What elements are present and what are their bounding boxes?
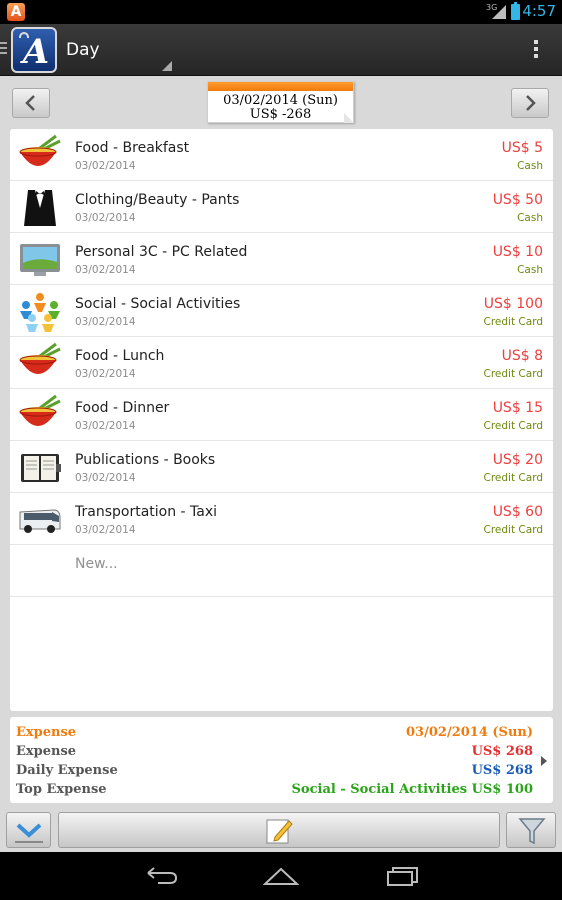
selected-date: 03/02/2014 (Sun)	[223, 93, 338, 108]
entry-category: Publications - Books	[75, 452, 216, 468]
entry-account: Cash	[517, 212, 543, 224]
entry-amount: US$ 15	[492, 400, 543, 416]
signal-icon	[492, 5, 506, 19]
entry-date: 03/02/2014	[75, 420, 136, 432]
list-item[interactable]: Clothing/Beauty - Pants 03/02/2014 US$ 5…	[10, 181, 553, 233]
entry-category: Personal 3C - PC Related	[75, 244, 248, 260]
summary-header-label: Expense	[16, 725, 77, 740]
chevron-left-icon	[25, 95, 35, 111]
note-pencil-icon	[266, 819, 293, 844]
app-logo-icon[interactable]: A	[11, 27, 57, 73]
entry-category: Social - Social Activities	[75, 296, 241, 312]
clock: 4:57	[522, 2, 556, 20]
entry-account: Credit Card	[483, 316, 543, 328]
list-item[interactable]: Food - Dinner 03/02/2014 US$ 15 Credit C…	[10, 389, 553, 441]
people-circle-icon	[20, 293, 60, 332]
summary-label: Expense	[16, 744, 77, 759]
noodle-bowl-icon	[19, 394, 61, 426]
date-header-card[interactable]: 03/02/2014 (Sun) US$ -268	[207, 81, 354, 123]
entry-date: 03/02/2014	[75, 316, 136, 328]
entry-date: 03/02/2014	[75, 212, 136, 224]
entry-date: 03/02/2014	[75, 160, 136, 172]
list-item[interactable]: Transportation - Taxi 03/02/2014 US$ 60 …	[10, 493, 553, 545]
recent-apps-icon[interactable]	[385, 866, 419, 886]
monitor-icon	[20, 244, 60, 276]
status-bar: A 3G 4:57	[0, 0, 562, 24]
tuxedo-icon	[24, 190, 56, 226]
summary-label: Top Expense	[16, 782, 107, 797]
next-day-button[interactable]	[511, 88, 549, 118]
entry-category: Transportation - Taxi	[75, 504, 218, 520]
entry-category: Food - Dinner	[75, 400, 170, 416]
spinner-arrow-icon[interactable]	[162, 61, 172, 71]
bus-icon	[19, 509, 61, 533]
entry-amount: US$ 60	[492, 504, 543, 520]
entry-account: Credit Card	[483, 524, 543, 536]
expense-list[interactable]: Food - Breakfast 03/02/2014 US$ 5 Cash C…	[10, 129, 553, 711]
list-item[interactable]: Food - Breakfast 03/02/2014 US$ 5 Cash	[10, 129, 553, 181]
entry-account: Credit Card	[483, 368, 543, 380]
chevron-right-icon	[526, 95, 536, 111]
home-icon[interactable]	[263, 866, 299, 886]
view-spinner-label[interactable]: Day	[66, 40, 100, 60]
list-item[interactable]: Publications - Books 03/02/2014 US$ 20 C…	[10, 441, 553, 493]
entry-amount: US$ 50	[492, 192, 543, 208]
entry-category: Food - Breakfast	[75, 140, 190, 156]
entry-account: Cash	[517, 160, 543, 172]
expand-arrow-icon[interactable]	[541, 756, 547, 766]
noodle-bowl-icon	[19, 134, 61, 166]
summary-header-date: 03/02/2014 (Sun)	[406, 725, 533, 740]
drawer-indicator-icon[interactable]	[0, 42, 7, 58]
entry-amount: US$ 20	[492, 452, 543, 468]
entry-date: 03/02/2014	[75, 472, 136, 484]
entry-category: Clothing/Beauty - Pants	[75, 192, 240, 208]
entry-date: 03/02/2014	[75, 264, 136, 276]
new-entry-label: New...	[75, 556, 118, 572]
battery-icon	[511, 2, 520, 20]
day-total: US$ -268	[249, 107, 312, 122]
summary-label: Daily Expense	[16, 763, 118, 778]
entry-account: Cash	[517, 264, 543, 276]
entry-account: Credit Card	[483, 472, 543, 484]
list-item[interactable]: Personal 3C - PC Related 03/02/2014 US$ …	[10, 233, 553, 285]
funnel-icon	[518, 818, 546, 845]
summary-value: US$ 268	[471, 744, 533, 759]
filter-button[interactable]	[506, 812, 556, 848]
system-nav-bar	[0, 852, 562, 900]
new-entry-row[interactable]: New...	[10, 545, 553, 597]
summary-value: US$ 268	[471, 763, 533, 778]
entry-amount: US$ 8	[501, 348, 543, 364]
entry-amount: US$ 100	[483, 296, 543, 312]
collapse-button[interactable]	[6, 812, 51, 848]
action-bar: A Day	[0, 24, 562, 76]
entry-account: Credit Card	[483, 420, 543, 432]
entry-date: 03/02/2014	[75, 368, 136, 380]
entry-amount: US$ 10	[492, 244, 543, 260]
add-entry-button[interactable]	[58, 812, 500, 848]
overflow-menu-icon[interactable]	[534, 40, 538, 60]
back-icon[interactable]	[144, 866, 178, 886]
summary-value: Social - Social Activities US$ 100	[291, 782, 533, 797]
entry-amount: US$ 5	[501, 140, 543, 156]
entry-date: 03/02/2014	[75, 524, 136, 536]
notebook-icon	[21, 454, 61, 482]
list-item[interactable]: Social - Social Activities 03/02/2014 US…	[10, 285, 553, 337]
noodle-bowl-icon	[19, 342, 61, 374]
app-notification-icon: A	[7, 3, 25, 21]
list-item[interactable]: Food - Lunch 03/02/2014 US$ 8 Credit Car…	[10, 337, 553, 389]
summary-panel[interactable]: Expense 03/02/2014 (Sun) Expense US$ 268…	[10, 717, 553, 803]
chevron-down-icon	[15, 823, 43, 843]
previous-day-button[interactable]	[12, 88, 50, 118]
entry-category: Food - Lunch	[75, 348, 165, 364]
